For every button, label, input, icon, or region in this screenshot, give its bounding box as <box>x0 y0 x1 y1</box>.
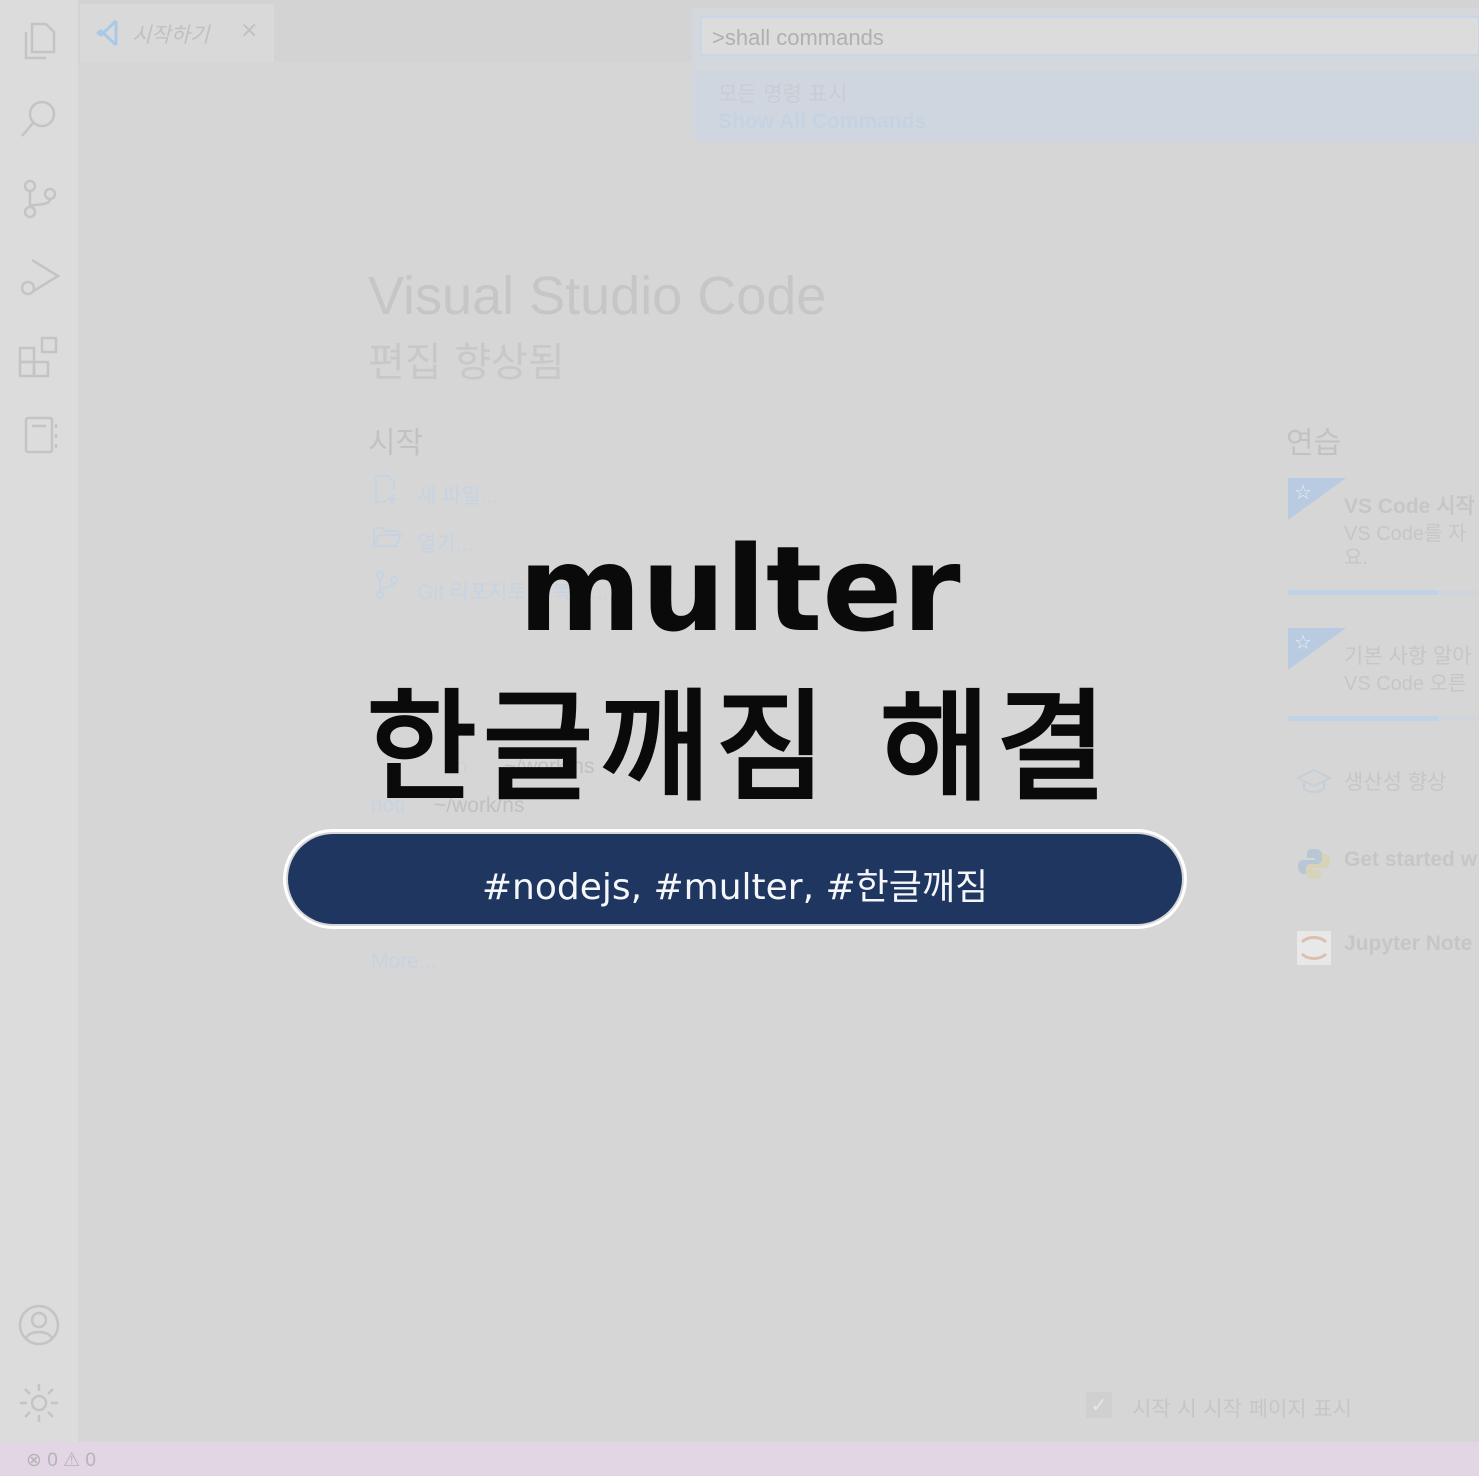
search-icon[interactable] <box>16 96 62 142</box>
command-palette: >shall commands 모든 명령 표시 Show All Comman… <box>692 8 1479 142</box>
palette-item-show-all-commands[interactable]: 모든 명령 표시 Show All Commands <box>696 70 1479 142</box>
problems-status[interactable]: ⊗ 0 ⚠ 0 <box>26 1449 96 1472</box>
overlay-heading-primary: multer <box>518 520 961 658</box>
tab-label: 시작하기 <box>132 23 210 47</box>
vscode-logo-icon <box>94 18 124 48</box>
source-control-icon[interactable] <box>16 176 62 222</box>
command-palette-input[interactable]: >shall commands <box>700 16 1479 56</box>
extensions-icon[interactable] <box>16 334 62 380</box>
explorer-icon[interactable] <box>16 18 62 64</box>
walkthrough-label: Jupyter Note <box>1344 932 1473 955</box>
tags-pill: #nodejs, #multer, #한글깨짐 <box>283 829 1187 929</box>
account-icon[interactable] <box>16 1302 62 1348</box>
run-debug-icon[interactable] <box>16 254 62 300</box>
new-file-icon <box>372 474 402 504</box>
star-icon: ☆ <box>1294 480 1312 504</box>
warning-count: 0 <box>85 1450 96 1471</box>
python-icon <box>1296 846 1332 882</box>
error-icon: ⊗ <box>26 1450 42 1471</box>
status-bar: ⊗ 0 ⚠ 0 <box>0 1442 1479 1476</box>
palette-item-label: 모든 명령 표시 <box>718 82 848 106</box>
settings-gear-icon[interactable] <box>16 1380 62 1426</box>
start-item-label: 새 파일... <box>417 485 499 508</box>
error-count: 0 <box>47 1450 58 1471</box>
notebook-icon[interactable] <box>16 412 62 458</box>
welcome-subtitle: 편집 향상됨 <box>368 340 565 386</box>
jupyter-icon <box>1296 930 1332 966</box>
practice-section-heading: 연습 <box>1286 426 1342 461</box>
tags-text: #nodejs, #multer, #한글깨짐 <box>481 867 989 908</box>
close-icon[interactable]: × <box>240 18 258 43</box>
start-section-heading: 시작 <box>368 426 424 461</box>
tab-welcome[interactable]: 시작하기 × <box>80 4 274 62</box>
walkthrough-label: Get started w <box>1344 848 1478 871</box>
warning-icon: ⚠ <box>63 1450 81 1471</box>
welcome-title: Visual Studio Code <box>368 266 827 326</box>
overlay-heading-secondary: 한글깨짐 해결 <box>366 679 1113 818</box>
checkbox-checked[interactable]: ✓ <box>1086 1392 1112 1418</box>
card-title: VS Code 시작 <box>1344 495 1475 518</box>
recent-more-link[interactable]: More... <box>371 950 436 974</box>
palette-item-detail: Show All Commands <box>718 110 927 133</box>
startup-label: 시작 시 시작 페이지 표시 <box>1132 1397 1352 1421</box>
